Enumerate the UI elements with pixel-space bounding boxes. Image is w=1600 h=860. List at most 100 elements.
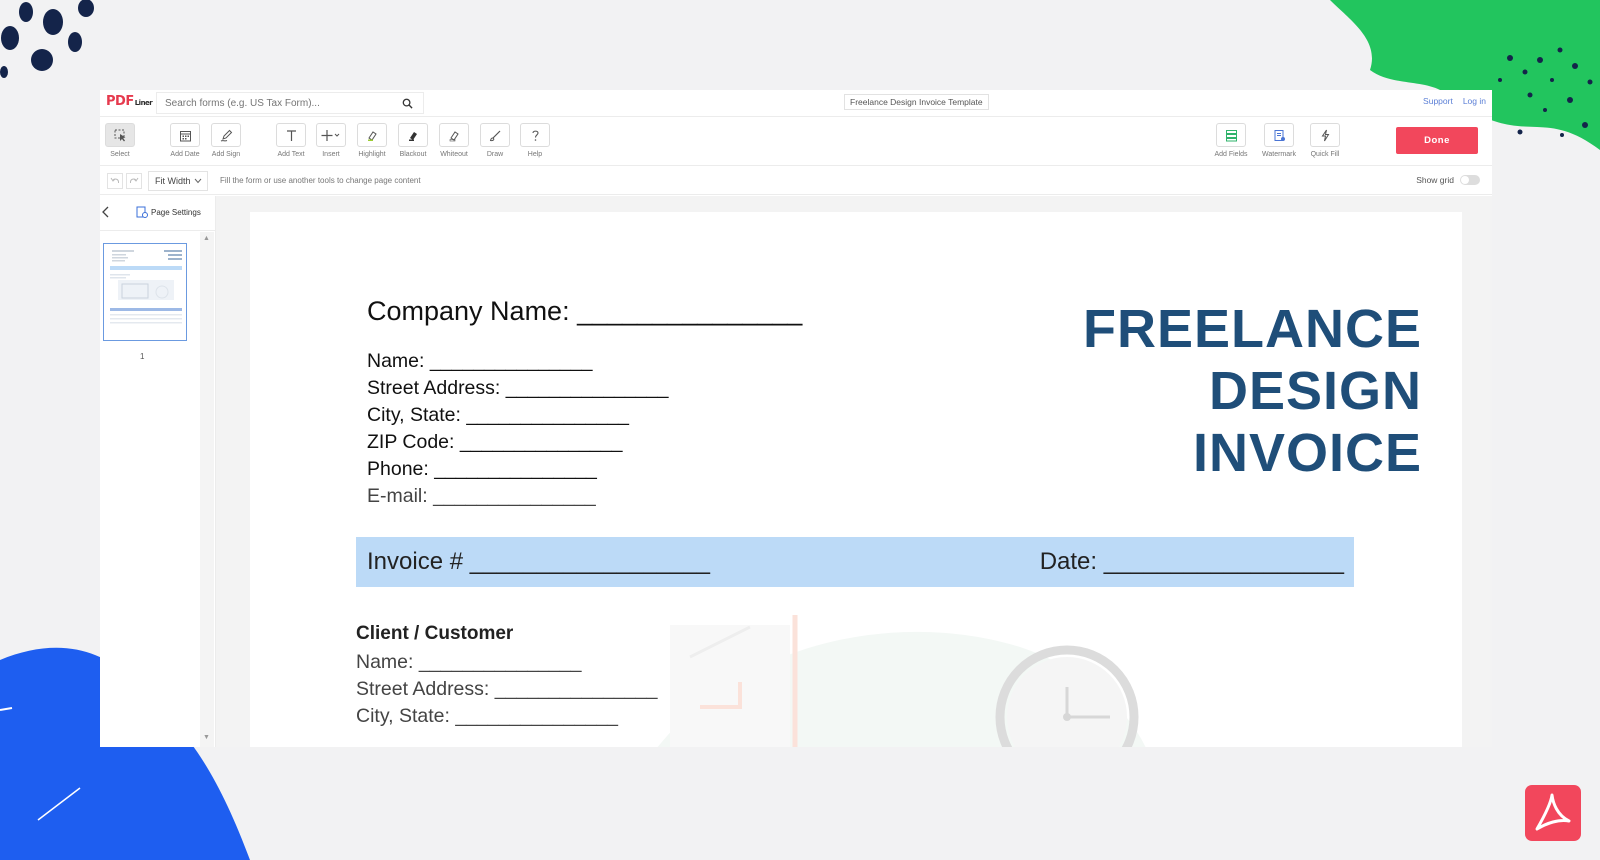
tool-draw-label: Draw: [486, 151, 504, 158]
sender-fields: Name: _______________ Street Address: __…: [367, 348, 668, 510]
tool-whiteout-label: Whiteout: [440, 151, 468, 158]
calendar-icon: [179, 130, 191, 141]
document-title: Freelance Design Invoice Template: [844, 94, 989, 110]
chevron-left-icon[interactable]: [100, 204, 112, 220]
sidebar-header: Page Settings: [100, 196, 215, 231]
sender-zip-field: ZIP Code: _______________: [367, 431, 623, 453]
search-icon[interactable]: [402, 98, 413, 109]
tool-add-date[interactable]: Add Date: [165, 123, 205, 158]
show-grid-toggle[interactable]: [1460, 175, 1480, 185]
watermark-illustration: [657, 615, 1146, 747]
tool-add-text-label: Add Text: [277, 151, 305, 158]
tool-add-fields-label: Add Fields: [1214, 151, 1248, 158]
client-street-field: Street Address: _______________: [356, 678, 658, 700]
tool-watermark-label: Watermark: [1262, 151, 1296, 158]
question-icon: [531, 130, 539, 141]
show-grid: Show grid: [1416, 175, 1480, 185]
redo-button[interactable]: [126, 173, 142, 189]
tool-draw[interactable]: Draw: [475, 123, 515, 158]
invoice-headline: FREELANCE DESIGN INVOICE: [1083, 298, 1422, 484]
tool-select[interactable]: Select: [100, 123, 140, 158]
tool-help-label: Help: [527, 151, 543, 158]
tool-blackout-label: Blackout: [399, 151, 427, 158]
client-section-title: Client / Customer: [356, 623, 514, 644]
headline-line-1: FREELANCE: [1082, 299, 1422, 359]
plus-icon: [321, 129, 340, 141]
done-button[interactable]: Done: [1396, 127, 1478, 154]
sub-toolbar: Fit Width Fill the form or use another t…: [100, 166, 1492, 195]
tool-help[interactable]: Help: [515, 123, 555, 158]
headline-line-2: DESIGN: [1208, 361, 1422, 421]
zoom-value: Fit Width: [155, 176, 191, 186]
pdfliner-logo[interactable]: PDFLiner: [106, 94, 153, 109]
invoice-date-field: Date: __________________: [1039, 548, 1344, 575]
tool-highlight-label: Highlight: [358, 151, 386, 158]
company-name-field: Company Name: _______________: [367, 296, 803, 326]
invoice-number-field: Invoice # __________________: [367, 548, 710, 575]
support-link[interactable]: Support: [1423, 96, 1453, 106]
text-icon: [286, 129, 296, 141]
logo-sub-text: Liner: [134, 99, 153, 107]
thumbnail-preview: [104, 244, 186, 340]
tool-select-label: Select: [110, 151, 130, 158]
redo-icon: [129, 177, 139, 184]
tool-highlight[interactable]: Highlight: [352, 123, 392, 158]
tool-insert-label: Insert: [322, 151, 340, 158]
cursor-icon: [114, 129, 125, 141]
sender-street-field: Street Address: _______________: [367, 377, 669, 399]
document-canvas: Company Name: _______________ Name: ____…: [216, 196, 1492, 747]
watermark-icon: [1274, 129, 1285, 141]
top-bar: PDFLiner Freelance Design Invoice Templa…: [100, 90, 1492, 117]
login-link[interactable]: Log in: [1463, 96, 1486, 106]
lightning-icon: [1321, 129, 1329, 141]
document-page[interactable]: Company Name: _______________ Name: ____…: [250, 212, 1462, 747]
page-sidebar: Page Settings 1 ▲ ▼: [100, 196, 216, 747]
tool-add-fields[interactable]: Add Fields: [1211, 123, 1251, 158]
blackout-icon: [408, 131, 417, 141]
invoice-number-band: Invoice # __________________ Date: _____…: [356, 537, 1354, 587]
client-city-field: City, State: _______________: [356, 705, 619, 727]
sender-city-field: City, State: _______________: [367, 404, 630, 426]
tool-add-date-label: Add Date: [170, 151, 200, 158]
page-settings-label: Page Settings: [151, 207, 201, 217]
undo-button[interactable]: [107, 173, 123, 189]
top-links: Support Log in: [1423, 96, 1486, 106]
tool-watermark[interactable]: Watermark: [1259, 123, 1299, 158]
tool-blackout[interactable]: Blackout: [393, 123, 433, 158]
page-settings-icon: [136, 206, 148, 218]
client-name-field: Name: _______________: [356, 651, 582, 673]
chevron-down-icon: [194, 178, 202, 184]
sender-email-field: E-mail: _______________: [367, 485, 596, 507]
decor-dots-top-left: [0, 0, 94, 78]
scroll-down-icon[interactable]: ▼: [203, 734, 210, 741]
page-settings-button[interactable]: Page Settings: [136, 206, 201, 218]
pen-icon: [220, 129, 232, 141]
zoom-select[interactable]: Fit Width: [148, 171, 208, 191]
page-number: 1: [140, 352, 145, 361]
highlighter-icon: [367, 130, 377, 141]
tool-whiteout[interactable]: Whiteout: [434, 123, 474, 158]
tool-quick-fill[interactable]: Quick Fill: [1305, 123, 1345, 158]
editor-hint: Fill the form or use another tools to ch…: [220, 176, 421, 185]
sidebar-scrollbar[interactable]: ▲ ▼: [200, 232, 214, 747]
pdf-app-icon: [1525, 785, 1581, 841]
pdf-editor-window: PDFLiner Freelance Design Invoice Templa…: [100, 90, 1492, 747]
fields-icon: [1225, 129, 1237, 141]
tool-quick-fill-label: Quick Fill: [1310, 151, 1340, 158]
client-fields: Name: _______________ Street Address: __…: [356, 649, 657, 730]
scroll-up-icon[interactable]: ▲: [203, 235, 210, 242]
search-input[interactable]: [157, 93, 387, 114]
logo-main-text: PDF: [106, 94, 134, 109]
tool-insert[interactable]: Insert: [311, 123, 351, 158]
page-thumbnail[interactable]: [103, 243, 187, 341]
brush-icon: [489, 130, 500, 141]
eraser-icon: [449, 130, 459, 141]
show-grid-label: Show grid: [1416, 175, 1454, 185]
undo-icon: [110, 177, 120, 184]
tool-add-sign-label: Add Sign: [211, 151, 241, 158]
sender-name-field: Name: _______________: [367, 350, 593, 372]
toolbar: Select Add Date Add Sign Add Text Insert…: [100, 117, 1492, 166]
headline-line-3: INVOICE: [1192, 423, 1422, 483]
tool-add-sign[interactable]: Add Sign: [206, 123, 246, 158]
tool-add-text[interactable]: Add Text: [271, 123, 311, 158]
